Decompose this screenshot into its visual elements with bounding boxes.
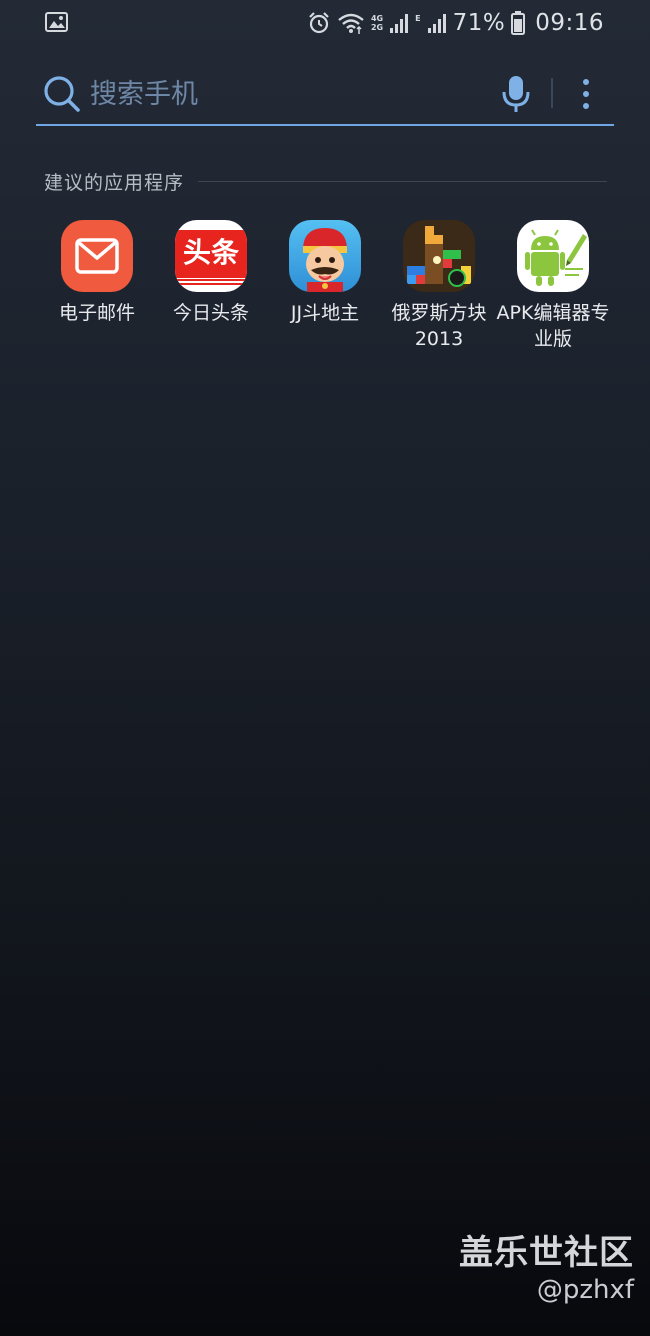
section-divider [198,180,607,182]
app-label: 俄罗斯方块 2013 [391,302,487,350]
app-label: APK编辑器专业版 [496,302,610,350]
network-type-tag: 4G 2G [370,14,384,32]
app-item-jj-doudizhu[interactable]: JJ斗地主 [268,218,382,326]
wifi-icon [337,11,365,35]
search-input[interactable] [90,75,480,113]
battery-icon [511,11,526,35]
gallery-icon [45,12,68,32]
battery-percent: 71% [452,10,506,36]
search-bar[interactable] [36,68,614,126]
app-item-toutiao[interactable]: 头条 今日头条 [154,218,268,326]
app-label: 今日头条 [172,302,249,324]
apk-editor-icon [517,220,589,292]
signal-icon [389,12,409,34]
watermark-brand: 盖乐世社区 [459,1233,634,1273]
toutiao-icon: 头条 [175,220,247,292]
suggested-apps-header: 建议的应用程序 [44,166,607,196]
suggested-apps-list: 电子邮件 头条 今日头条 JJ斗地主 俄罗斯方块 2013 APK编辑器专业版 [40,218,610,368]
toutiao-icon-text: 头条 [182,236,239,269]
jj-doudizhu-icon [289,220,361,292]
tetris-icon [403,220,475,292]
section-title: 建议的应用程序 [44,171,185,194]
app-label: JJ斗地主 [290,302,360,324]
app-item-apk-editor[interactable]: APK编辑器专业版 [496,218,610,352]
app-item-email[interactable]: 电子邮件 [40,218,154,326]
watermark-handle: @pzhxf [536,1275,634,1305]
alarm-icon [307,11,331,35]
status-bar: 4G 2G E 71% 09:16 [0,0,650,46]
network-type-tag-2: E [415,14,421,23]
app-label: 电子邮件 [58,302,135,324]
app-item-tetris[interactable]: 俄罗斯方块 2013 [382,218,496,352]
email-icon [61,220,133,292]
search-icon [44,76,80,112]
microphone-icon[interactable] [500,74,532,114]
clock: 09:16 [535,10,604,36]
more-options-icon[interactable] [574,76,598,112]
search-divider [551,78,553,108]
watermark: 盖乐世社区 @pzhxf [459,1233,634,1307]
signal-icon-2 [427,12,447,34]
